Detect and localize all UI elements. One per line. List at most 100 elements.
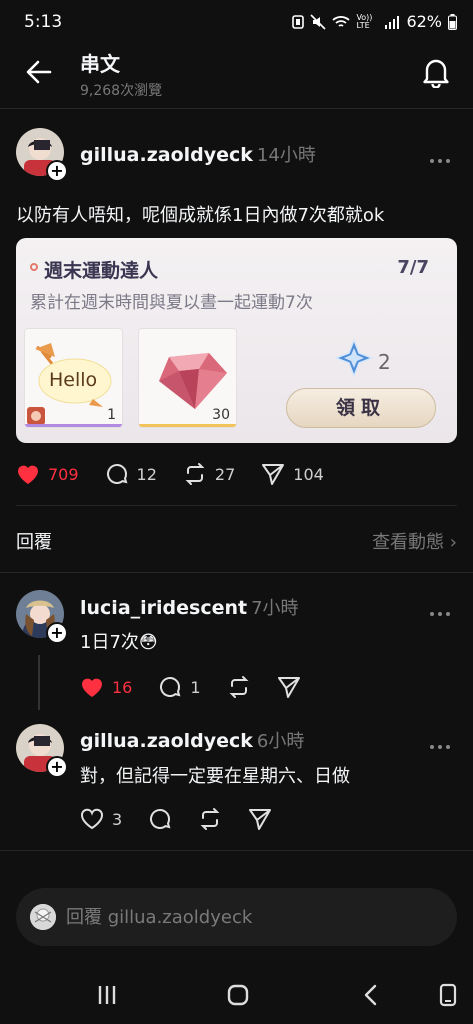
divider <box>0 108 473 109</box>
repost-icon <box>229 676 248 698</box>
share-button[interactable] <box>277 675 301 699</box>
view-activity-link[interactable]: 查看動態 › <box>372 528 457 554</box>
send-icon <box>262 464 285 485</box>
share-button[interactable]: 104 <box>261 462 324 486</box>
achievement-description: 累計在週末時間與夏以晝一起運動7次 <box>30 293 313 313</box>
share-count: 104 <box>293 464 324 484</box>
comment-text: 1日7次😳 <box>80 632 158 653</box>
comment-button[interactable]: 1 <box>158 675 201 699</box>
reward-item-hello: Hello 1 <box>24 328 123 428</box>
comment-button[interactable]: 12 <box>105 462 157 486</box>
heart-filled-icon <box>82 678 102 697</box>
reward-qty: 30 <box>212 407 230 423</box>
bell-icon <box>423 59 449 89</box>
divider <box>0 850 473 851</box>
repost-button[interactable] <box>227 675 251 699</box>
comment-button[interactable] <box>148 807 172 831</box>
comment-author-username[interactable]: gillua.zaoldyeck 6小時 <box>80 727 304 753</box>
achievement-progress: 7/7 <box>397 257 429 278</box>
reply-input[interactable] <box>66 904 436 930</box>
follow-plus-button[interactable]: + <box>46 622 68 644</box>
comment-actions: 16 1 <box>80 675 327 699</box>
comment-count: 12 <box>136 464 157 484</box>
post-actions: 709 12 27 104 <box>16 462 350 486</box>
repost-button[interactable]: 27 <box>183 462 235 486</box>
achievement-dot-icon <box>30 263 38 271</box>
comment-time: 6小時 <box>256 731 305 752</box>
notification-icon <box>292 14 305 29</box>
volte-label: Vo)) LTE <box>356 12 373 30</box>
more-options-button[interactable] <box>430 601 454 616</box>
repost-button[interactable] <box>198 807 222 831</box>
divider <box>0 572 473 573</box>
home-icon <box>227 984 249 1006</box>
status-bar: 5:13 Vo)) LTE 62% <box>0 0 473 44</box>
divider <box>16 505 457 506</box>
repost-icon <box>200 808 220 830</box>
rarity-bar <box>139 424 236 427</box>
like-count: 16 <box>112 677 133 697</box>
recent-apps-icon <box>98 986 116 1004</box>
follow-plus-button[interactable]: + <box>46 756 68 778</box>
heart-filled-icon <box>18 465 38 484</box>
reward-qty: 1 <box>107 407 116 423</box>
notifications-button[interactable] <box>421 56 451 89</box>
post-author-username[interactable]: gillua.zaoldyeck 14小時 <box>80 141 316 167</box>
replies-header: 回覆 <box>16 532 52 553</box>
status-time: 5:13 <box>24 12 63 32</box>
chevron-right-icon: › <box>449 532 457 553</box>
comment-author-username[interactable]: lucia_iridescent 7小時 <box>80 594 299 620</box>
share-button[interactable] <box>248 807 272 831</box>
chevron-left-icon <box>364 984 377 1006</box>
star-count: 2 <box>378 350 391 374</box>
like-count: 3 <box>112 809 123 829</box>
like-button[interactable]: 709 <box>16 463 79 485</box>
battery-percent: 62% <box>406 12 442 31</box>
repost-count: 27 <box>214 464 236 484</box>
more-options-button[interactable] <box>430 734 454 749</box>
post-text: 以防有人唔知，呢個成就係1日內做7次都就ok <box>16 205 385 226</box>
back-button[interactable] <box>24 58 54 86</box>
send-icon <box>249 809 272 830</box>
comment-icon <box>160 676 181 697</box>
thread-line <box>38 655 40 710</box>
reply-bar <box>16 888 457 946</box>
home-button[interactable] <box>223 980 253 1010</box>
arrow-left-icon <box>26 60 52 84</box>
system-nav-bar <box>0 962 473 1024</box>
post-image-achievement-card[interactable]: 週末運動達人 7/7 累計在週末時間與夏以晝一起運動7次 Hello 1 30 … <box>16 238 457 443</box>
reply-count: 1 <box>190 677 201 697</box>
comment-actions: 3 <box>80 807 298 831</box>
like-count: 709 <box>48 464 79 484</box>
view-count: 9,268次瀏覽 <box>80 83 163 99</box>
back-nav-button[interactable] <box>356 980 386 1010</box>
like-button[interactable]: 16 <box>80 676 132 698</box>
star-icon <box>334 338 374 378</box>
heart-outline-icon <box>81 808 103 830</box>
comment-text: 對，但記得一定要在星期六、日做 <box>80 766 350 787</box>
claim-button[interactable]: 領取 <box>286 388 436 428</box>
comment-icon <box>150 808 171 829</box>
status-icons: Vo)) LTE 62% <box>292 12 457 31</box>
send-icon <box>277 677 300 698</box>
reward-name: Hello <box>49 369 98 391</box>
reward-item-gem: 30 <box>138 328 237 428</box>
phone-icon <box>439 983 457 1007</box>
achievement-title: 週末運動達人 <box>44 260 159 282</box>
top-bar: 串文 9,268次瀏覽 <box>0 44 473 106</box>
current-user-avatar <box>30 904 56 930</box>
repost-icon <box>185 463 205 485</box>
comment-icon <box>106 463 127 484</box>
follow-plus-button[interactable]: + <box>46 160 68 182</box>
post-time: 14小時 <box>256 145 316 166</box>
mute-icon <box>310 13 327 30</box>
signal-icon <box>385 15 400 29</box>
battery-icon <box>448 13 457 30</box>
like-button[interactable]: 3 <box>80 808 122 830</box>
wifi-icon <box>332 15 351 27</box>
comment-time: 7小時 <box>251 598 299 619</box>
more-options-button[interactable] <box>430 148 454 163</box>
recent-apps-button[interactable] <box>92 980 122 1010</box>
rarity-bar <box>25 424 122 427</box>
keyboard-hide-button[interactable] <box>433 980 463 1010</box>
